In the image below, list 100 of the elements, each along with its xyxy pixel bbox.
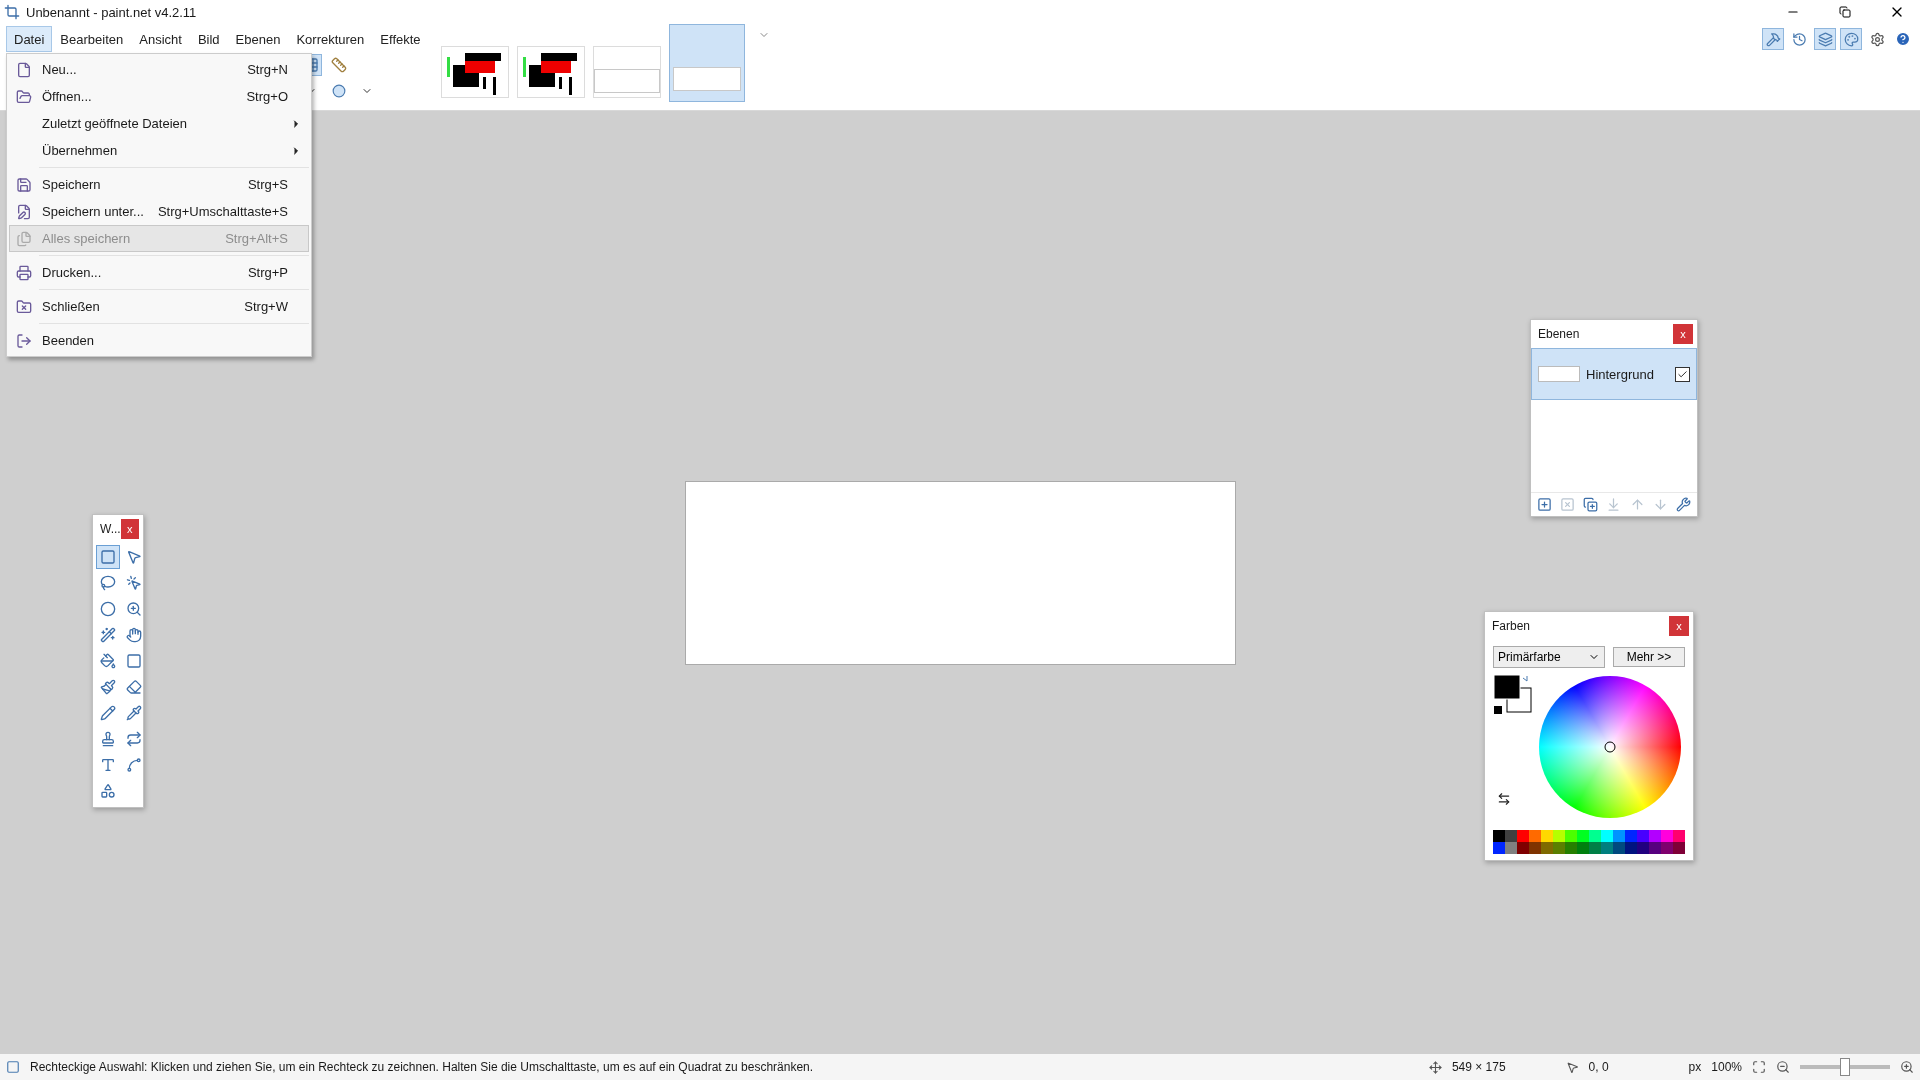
selection-size-icon [1428, 1060, 1442, 1074]
layer-name: Hintergrund [1586, 366, 1655, 382]
menu-entry[interactable]: Drucken... Strg+P [9, 259, 309, 286]
menu-entry[interactable]: Speichern Strg+S [9, 171, 309, 198]
menu-item[interactable]: Datei [6, 26, 53, 52]
file-icon [16, 61, 32, 78]
menu-entry-label: Drucken... [42, 265, 103, 280]
palette-swatch[interactable] [1613, 830, 1625, 842]
palette-swatch[interactable] [1589, 842, 1601, 854]
fit-window-icon[interactable] [1752, 1060, 1766, 1074]
menu-item[interactable]: Ebenen [227, 26, 289, 52]
menu-entry[interactable]: Schließen Strg+W [9, 293, 309, 320]
shortcut-text: Strg+P [247, 265, 288, 280]
palette-swatch[interactable] [1553, 830, 1565, 842]
palette-swatch[interactable] [1673, 842, 1685, 854]
menu-entry-label: Zuletzt geöffnete Dateien [42, 116, 189, 131]
color-target-dropdown[interactable]: Primärfarbe [1493, 646, 1605, 668]
palette-swatch[interactable] [1505, 830, 1517, 842]
palette-swatch[interactable] [1661, 842, 1673, 854]
palette-swatch[interactable] [1493, 842, 1505, 854]
layer-thumbnail [1538, 366, 1580, 382]
rectangle-select-icon [6, 1060, 20, 1074]
menu-entry-label: Neu... [42, 62, 78, 77]
blank-thumbnail [672, 67, 741, 91]
printer-icon [16, 264, 32, 281]
palette-swatch[interactable] [1577, 842, 1589, 854]
menu-entry[interactable]: Zuletzt geöffnete Dateien [9, 110, 309, 137]
palette-swatch[interactable] [1589, 830, 1601, 842]
palette-swatch[interactable] [1649, 830, 1661, 842]
palette-swatch[interactable] [1529, 830, 1541, 842]
image-tab[interactable] [516, 46, 585, 98]
slider-thumb[interactable] [1840, 1058, 1850, 1076]
folder-x-icon [16, 298, 32, 315]
palette-swatch[interactable] [1565, 842, 1577, 854]
palette-swatch[interactable] [1661, 830, 1673, 842]
menu-entry[interactable]: Beenden [9, 327, 309, 354]
shortcut-text: Strg+O [246, 89, 288, 104]
unit-selector[interactable]: px [1688, 1060, 1702, 1074]
palette-swatch[interactable] [1613, 842, 1625, 854]
close-button[interactable]: x [1673, 324, 1693, 344]
restore-icon [1839, 6, 1851, 18]
close-button[interactable]: x [1669, 616, 1689, 636]
cursor-position: 0, 0 [1588, 1060, 1609, 1074]
layers-icon[interactable] [1814, 28, 1836, 50]
palette-swatch[interactable] [1517, 830, 1529, 842]
canvas[interactable] [684, 480, 1236, 665]
menu-entry[interactable]: Neu... Strg+N [9, 56, 309, 83]
menu-item[interactable]: Bearbeiten [52, 26, 132, 52]
duplicate-layer-icon[interactable] [1583, 497, 1599, 512]
visibility-checkbox[interactable] [1675, 366, 1690, 382]
menu-entry-label: Übernehmen [42, 143, 119, 158]
palette-swatch[interactable] [1541, 842, 1553, 854]
palette-swatch[interactable] [1529, 842, 1541, 854]
stacked-files-icon [16, 230, 32, 247]
image-tab[interactable] [440, 46, 509, 98]
palette-swatch[interactable] [1601, 830, 1613, 842]
palette-swatch[interactable] [1541, 830, 1553, 842]
menu-item[interactable]: Ansicht [131, 26, 190, 52]
menu-entry-label: Schließen [42, 299, 101, 314]
palette-swatch[interactable] [1601, 842, 1613, 854]
palette-swatch[interactable] [1625, 830, 1637, 842]
palette-swatch[interactable] [1625, 842, 1637, 854]
palette-swatch[interactable] [1517, 842, 1529, 854]
app-icon [4, 4, 20, 20]
palette-swatch[interactable] [1505, 842, 1517, 854]
more-button[interactable]: Mehr >> [1613, 647, 1685, 667]
close-button[interactable]: x [120, 519, 139, 539]
hammer-icon[interactable] [1762, 28, 1784, 50]
color-wheel-icon[interactable] [1840, 28, 1862, 50]
menu-item[interactable]: Bild [189, 26, 228, 52]
menu-entry[interactable]: Speichern unter... Strg+Umschalttaste+S [9, 198, 309, 225]
check-icon [1677, 368, 1688, 380]
menu-entry[interactable]: Übernehmen [9, 137, 309, 164]
layer-row[interactable]: Hintergrund [1531, 348, 1697, 400]
palette-swatch[interactable] [1637, 842, 1649, 854]
zoom-in-icon[interactable] [1900, 1060, 1914, 1074]
menu-entry[interactable]: Öffnen... Strg+O [9, 83, 309, 110]
menu-item[interactable]: Korrekturen [288, 26, 373, 52]
palette-swatch[interactable] [1553, 842, 1565, 854]
palette-swatch[interactable] [1637, 830, 1649, 842]
window-title: Unbenannt - paint.net v4.2.11 [26, 4, 198, 20]
zoom-value[interactable]: 100% [1711, 1060, 1742, 1074]
window-title: W... [100, 522, 121, 536]
status-hint: Rechteckige Auswahl: Klicken und ziehen Sie, um ein Rechteck zu zeichnen. Halten Sie die Umschalttaste, um es auf ein Quadrat zu beschränken. [30, 1060, 814, 1074]
shortcut-text: Strg+W [244, 299, 288, 314]
add-layer-icon[interactable] [1537, 497, 1553, 512]
shortcut-text: Strg+Alt+S [225, 231, 288, 246]
wrench-icon[interactable] [1675, 497, 1691, 512]
pen-file-icon [16, 203, 32, 220]
palette-swatch[interactable] [1565, 830, 1577, 842]
palette-swatch[interactable] [1649, 842, 1661, 854]
zoom-out-icon[interactable] [1776, 1060, 1790, 1074]
window-title: Farben [1492, 619, 1531, 633]
menu-item[interactable]: Effekte [372, 26, 429, 52]
shortcut-text: Strg+N [247, 62, 288, 77]
palette-swatch[interactable] [1673, 830, 1685, 842]
palette-swatch[interactable] [1493, 830, 1505, 842]
shortcut-text: Strg+Umschalttaste+S [157, 204, 288, 219]
dashed-rectangle-icon[interactable] [96, 545, 120, 569]
palette-swatch[interactable] [1577, 830, 1589, 842]
